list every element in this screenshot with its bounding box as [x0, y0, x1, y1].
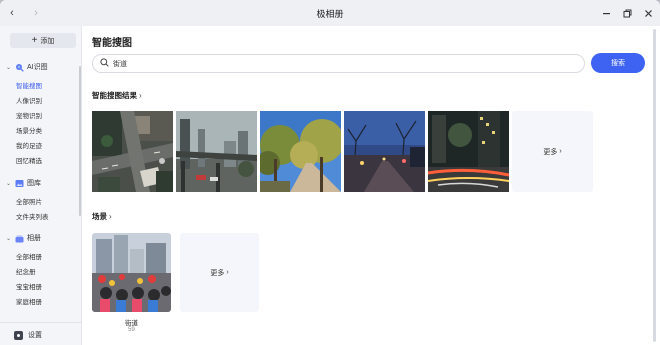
scene-album-cover[interactable] — [92, 233, 171, 312]
sidebar: + 添加 ⌄ AI识图 智能搜图 人像识别 宠物识别 场景分类 我的足迹 回忆精… — [0, 26, 82, 345]
sidebar-section-albums[interactable]: ⌄ 相册 — [6, 233, 41, 243]
chevron-right-icon: › — [109, 212, 112, 221]
gallery-icon — [15, 179, 24, 188]
sidebar-divider — [0, 322, 82, 323]
page-title: 智能搜图 — [92, 38, 132, 49]
chevron-down-icon: ⌄ — [6, 235, 12, 242]
search-icon — [100, 58, 109, 69]
sidebar-section-label: 相册 — [27, 235, 41, 242]
chevron-right-icon: › — [226, 269, 229, 276]
window-title: 极相册 — [316, 9, 344, 19]
sidebar-item-memorial[interactable]: 纪念册 — [16, 266, 36, 276]
ai-search-icon — [15, 63, 24, 72]
photo-thumbnail[interactable] — [428, 111, 509, 192]
scenes-title: 场景 — [92, 212, 107, 221]
sidebar-scrollbar[interactable] — [79, 66, 81, 216]
photo-thumbnail[interactable] — [260, 111, 341, 192]
close-icon[interactable] — [642, 7, 654, 19]
chevron-right-icon: › — [559, 148, 562, 155]
more-label: 更多 — [210, 269, 225, 277]
search-input[interactable] — [113, 60, 573, 67]
scenes-more-button[interactable]: 更多 › — [180, 233, 259, 312]
main-scrollbar[interactable] — [653, 29, 656, 342]
settings-icon — [14, 330, 23, 340]
search-button[interactable]: 搜索 — [591, 53, 645, 73]
add-button[interactable]: + 添加 — [10, 33, 76, 48]
sidebar-section-gallery[interactable]: ⌄ 图库 — [6, 178, 41, 188]
photo-thumbnail[interactable] — [344, 111, 425, 192]
album-icon — [15, 234, 24, 243]
sidebar-item-memories[interactable]: 回忆精选 — [16, 155, 42, 165]
app-window: ‹ › 极相册 + 添加 ⌄ AI识图 智能搜图 人像识别 宠物识别 场景分类 — [0, 0, 660, 345]
sidebar-section-ai[interactable]: ⌄ AI识图 — [6, 62, 48, 72]
sidebar-item-all-photos[interactable]: 全部照片 — [16, 196, 42, 206]
title-bar: ‹ › 极相册 — [0, 0, 660, 26]
sidebar-section-label: AI识图 — [27, 64, 48, 71]
sidebar-item-baby[interactable]: 宝宝相册 — [16, 281, 42, 291]
photo-thumbnail[interactable] — [92, 111, 173, 192]
sidebar-item-smart-search[interactable]: 智能搜图 — [16, 80, 42, 90]
sidebar-item-family[interactable]: 家庭相册 — [16, 296, 42, 306]
search-box[interactable] — [92, 54, 585, 73]
restore-icon[interactable] — [621, 7, 633, 19]
sidebar-item-scene[interactable]: 场景分类 — [16, 125, 42, 135]
sidebar-item-all-albums[interactable]: 全部相册 — [16, 251, 42, 261]
sidebar-section-label: 图库 — [27, 180, 41, 187]
minimize-icon[interactable] — [600, 7, 612, 19]
photo-thumbnail[interactable] — [176, 111, 257, 192]
more-label: 更多 — [543, 148, 558, 156]
scene-album-count: 59 — [128, 327, 135, 333]
results-section-header[interactable]: 智能搜图结果 › — [92, 90, 142, 101]
chevron-down-icon: ⌄ — [6, 180, 12, 187]
chevron-down-icon: ⌄ — [6, 64, 12, 71]
sidebar-item-folders[interactable]: 文件夹列表 — [16, 211, 49, 221]
settings-label: 设置 — [28, 332, 42, 339]
settings-button[interactable]: 设置 — [14, 330, 42, 340]
add-button-label: 添加 — [40, 37, 55, 45]
scenes-section-header[interactable]: 场景 › — [92, 211, 112, 222]
results-title: 智能搜图结果 — [92, 91, 137, 100]
chevron-right-icon: › — [139, 91, 142, 100]
sidebar-item-pet[interactable]: 宠物识别 — [16, 110, 42, 120]
scene-album-name: 街道 — [125, 320, 138, 327]
sidebar-item-portrait[interactable]: 人像识别 — [16, 95, 42, 105]
main-content: 智能搜图 搜索 智能搜图结果 › — [83, 26, 660, 345]
results-more-button[interactable]: 更多 › — [512, 111, 593, 192]
sidebar-item-footprint[interactable]: 我的足迹 — [16, 140, 42, 150]
plus-icon: + — [31, 34, 38, 46]
